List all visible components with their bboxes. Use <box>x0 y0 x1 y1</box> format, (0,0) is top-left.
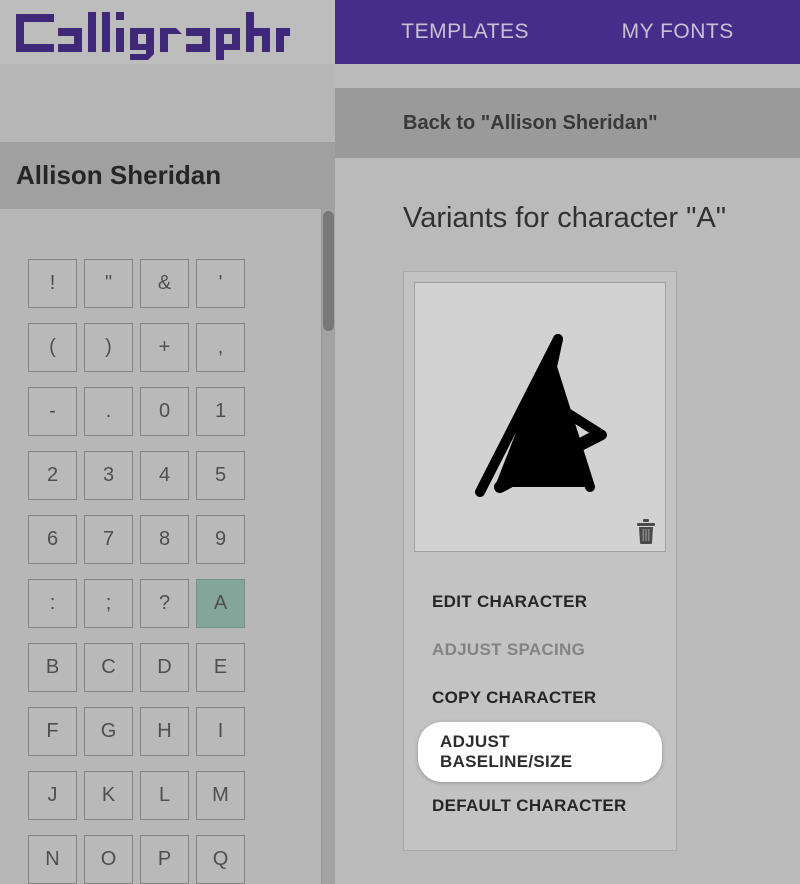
char-cell[interactable]: L <box>140 771 189 820</box>
char-grid: !"&' ()+, -.01 2345 6789:;?A BCDE FGHI JKLM NOPQ <box>28 259 245 884</box>
char-cell[interactable]: ) <box>84 323 133 372</box>
char-cell[interactable]: O <box>84 835 133 884</box>
char-cell[interactable]: A <box>196 579 245 628</box>
char-cell[interactable]: & <box>140 259 189 308</box>
char-cell[interactable]: C <box>84 643 133 692</box>
char-cell[interactable]: ? <box>140 579 189 628</box>
char-cell[interactable]: 2 <box>28 451 77 500</box>
char-cell[interactable]: 3 <box>84 451 133 500</box>
char-cell[interactable]: D <box>140 643 189 692</box>
back-bar[interactable]: Back to "Allison Sheridan" <box>335 88 800 158</box>
char-list-scroll[interactable]: !"&' ()+, -.01 2345 6789:;?A BCDE FGHI JKLM NOPQ <box>0 209 335 884</box>
char-cell[interactable]: + <box>140 323 189 372</box>
logo-area <box>0 0 335 64</box>
char-cell[interactable]: G <box>84 707 133 756</box>
char-cell[interactable]: 9 <box>196 515 245 564</box>
nav-my-fonts[interactable]: MY FONTS <box>622 20 734 44</box>
char-cell[interactable]: 5 <box>196 451 245 500</box>
nav-templates[interactable]: TEMPLATES <box>401 20 529 44</box>
copy-character-button[interactable]: COPY CHARACTER <box>418 674 662 722</box>
char-cell[interactable]: ! <box>28 259 77 308</box>
char-cell[interactable]: Q <box>196 835 245 884</box>
char-cell[interactable]: P <box>140 835 189 884</box>
char-cell[interactable]: ( <box>28 323 77 372</box>
adjust-baseline-size-button[interactable]: ADJUST BASELINE/SIZE <box>418 722 662 782</box>
edit-character-button[interactable]: EDIT CHARACTER <box>418 578 662 626</box>
char-cell[interactable]: J <box>28 771 77 820</box>
char-cell[interactable]: K <box>84 771 133 820</box>
top-nav: TEMPLATES MY FONTS <box>335 0 800 64</box>
char-cell[interactable]: - <box>28 387 77 436</box>
char-cell[interactable]: 1 <box>196 387 245 436</box>
char-cell[interactable]: E <box>196 643 245 692</box>
char-cell[interactable]: 6 <box>28 515 77 564</box>
left-scrollbar[interactable] <box>321 209 335 884</box>
variant-card: EDIT CHARACTER ADJUST SPACING COPY CHARA… <box>403 271 677 851</box>
char-cell[interactable]: : <box>28 579 77 628</box>
trash-icon[interactable] <box>633 517 659 545</box>
char-cell[interactable]: I <box>196 707 245 756</box>
char-cell[interactable]: , <box>196 323 245 372</box>
back-bar-label: Back to "Allison Sheridan" <box>403 112 658 135</box>
left-scrollbar-thumb[interactable] <box>323 211 334 331</box>
char-cell[interactable]: B <box>28 643 77 692</box>
char-cell[interactable]: . <box>84 387 133 436</box>
char-cell[interactable]: 8 <box>140 515 189 564</box>
char-cell[interactable]: ; <box>84 579 133 628</box>
adjust-spacing-button: ADJUST SPACING <box>418 626 662 674</box>
calligraphr-logo <box>10 0 290 64</box>
char-cell[interactable]: 7 <box>84 515 133 564</box>
char-cell[interactable]: M <box>196 771 245 820</box>
char-cell[interactable]: 0 <box>140 387 189 436</box>
char-cell[interactable]: " <box>84 259 133 308</box>
glyph-preview <box>414 282 666 552</box>
char-cell[interactable]: 4 <box>140 451 189 500</box>
current-font-name: Allison Sheridan <box>0 142 335 209</box>
char-cell[interactable]: ' <box>196 259 245 308</box>
glyph-a <box>440 317 640 517</box>
char-cell[interactable]: H <box>140 707 189 756</box>
default-character-button[interactable]: DEFAULT CHARACTER <box>418 782 662 830</box>
char-cell[interactable]: F <box>28 707 77 756</box>
page-title: Variants for character "A" <box>403 202 776 235</box>
char-cell[interactable]: N <box>28 835 77 884</box>
